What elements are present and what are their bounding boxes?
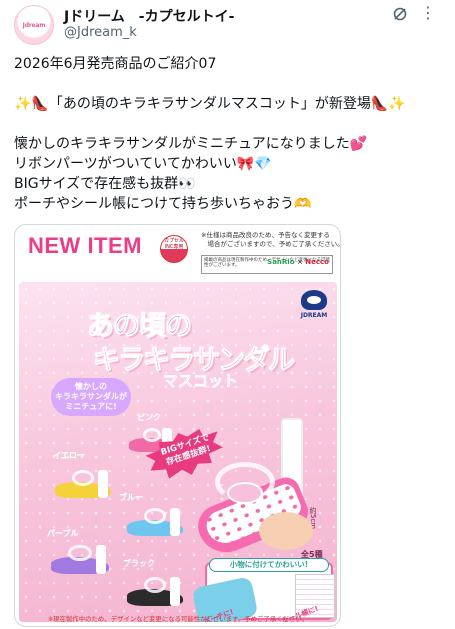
tweet-line: 2026年6月発売商品のご紹介07: [14, 56, 217, 72]
variant-label-black: ブラック: [123, 559, 155, 568]
sanrio-logo: SanRio: [267, 258, 295, 266]
product-hero: JDREAM あの頃の キラキラサンダル マスコット 懐かしの キラキラサンダル…: [19, 282, 337, 622]
bubble-line: キラキラサンダルが: [55, 392, 127, 401]
collab-cross: ×: [296, 258, 303, 266]
notice-text: ※仕様は商品改良のため、予告なく変更する 場合がございますので、予めご了承くださ…: [201, 231, 341, 249]
bubble-line: ミニチュアに!: [65, 402, 117, 411]
accessory-title: 小物に付けてかわいい!: [209, 558, 329, 572]
collab-logos: SanRio × Necco: [267, 258, 329, 266]
tweet-line: ✨👠「あの頃のキラキラサンダルマスコット」が新登場👠✨: [14, 96, 406, 112]
speech-bubble: 懐かしの キラキラサンダルが ミニチュアに!: [51, 378, 131, 416]
notice-line: ※仕様は商品改良のため、予告なく変更する: [201, 231, 330, 239]
grok-icon[interactable]: [392, 6, 408, 22]
tweet-text: 2026年6月発売商品のご紹介07 ✨👠「あの頃のキラキラサンダルマスコット」が…: [14, 54, 444, 214]
necco-logo: Necco: [305, 258, 329, 266]
tweet-line: ポーチやシール帳につけて持ち歩いちゃおう🫶: [14, 196, 312, 212]
notice-line: 場合がございますので、予めご了承ください。: [201, 240, 341, 248]
brand-text: JDREAM: [300, 312, 328, 319]
ribbon-bow: [227, 482, 263, 504]
variant-label-pink: ピンク: [137, 413, 161, 422]
bird-icon: [301, 290, 327, 310]
sandal-yellow: [55, 458, 111, 498]
tweet-media-image[interactable]: NEW ITEM カプセルINC専用 ※仕様は商品改良のため、予告なく変更する …: [14, 224, 341, 627]
disclaimer: ※現在製作中のため、デザインなど変更になる可能性がございます。予めご了承ください…: [47, 615, 309, 623]
variant-label-purple: パープル: [47, 529, 79, 538]
avatar-text: Jdream: [22, 21, 46, 29]
variant-label-yellow: イエロー: [53, 451, 85, 460]
display-name[interactable]: Jドリーム -カプセルトイ-: [64, 6, 234, 26]
sandal-black: [127, 564, 183, 606]
variant-label-blue: ブルー: [119, 493, 143, 502]
avatar[interactable]: Jdream: [14, 5, 54, 45]
tweet-line: 懐かしのキラキラサンダルがミニチュアになりました💕: [14, 136, 368, 152]
tweet-line: リボンパーツがついていてかわいい🎀💎: [14, 156, 272, 172]
jdream-logo: JDREAM: [297, 290, 331, 330]
user-handle[interactable]: @Jdream_k: [64, 25, 137, 40]
bubble-line: 懐かしの: [75, 382, 107, 391]
product-title-line3: マスコット: [163, 372, 239, 391]
new-item-heading: NEW ITEM: [28, 233, 142, 258]
more-icon[interactable]: ⋮: [420, 3, 437, 22]
hand-image: [259, 512, 313, 550]
collab-box: 掲載の商品は現在製作中のため、デザインなど変更になる可能性がございます。 San…: [201, 255, 333, 274]
tweet-line: BIGサイズで存在感も抜群👀: [14, 176, 196, 192]
capsule-badge: カプセルINC専用: [160, 235, 188, 263]
